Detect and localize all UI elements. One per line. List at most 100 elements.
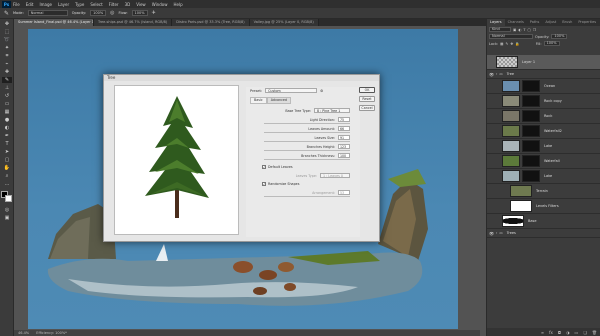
pen-tool-icon[interactable]: ✒ bbox=[2, 133, 12, 139]
adjustment-layer-icon[interactable]: ◑ bbox=[566, 330, 570, 335]
layer-name[interactable]: Waterfall bbox=[544, 159, 560, 163]
layer-name[interactable]: Rock copy bbox=[544, 99, 562, 103]
visibility-eye-icon[interactable] bbox=[489, 99, 494, 104]
doc-tab-1[interactable]: Summer Island_Final.psd @ 46.4% (Layer 1… bbox=[14, 19, 94, 26]
filter-adjust-icon[interactable]: ◐ bbox=[518, 28, 521, 32]
blend-mode-select[interactable]: Normal bbox=[489, 34, 533, 39]
fill-field[interactable]: 100% bbox=[543, 41, 560, 46]
layer-row[interactable]: Rock bbox=[487, 109, 600, 124]
leaves-amount-field[interactable]: 66 bbox=[338, 126, 350, 131]
crop-tool-icon[interactable]: ⌗ bbox=[2, 53, 12, 59]
lock-pixels-icon[interactable]: ✎ bbox=[505, 42, 508, 46]
quick-select-tool-icon[interactable]: ✦ bbox=[2, 45, 12, 51]
flow-field[interactable]: 100% bbox=[131, 10, 148, 16]
menu-type[interactable]: Type bbox=[75, 2, 84, 7]
layer-name[interactable]: Rock bbox=[544, 114, 552, 118]
dodge-tool-icon[interactable]: ◐ bbox=[2, 125, 12, 131]
doc-tab-2[interactable]: Tree-ships.psd @ 46.7% (Island, RGB/8) bbox=[94, 19, 173, 26]
visibility-eye-icon[interactable] bbox=[489, 114, 494, 119]
layer-opacity-field[interactable]: 100% bbox=[551, 34, 568, 39]
layer-row[interactable]: Layer 1 bbox=[487, 55, 600, 70]
mode-select[interactable]: Normal bbox=[27, 10, 68, 16]
airbrush-icon[interactable]: ✈ bbox=[152, 10, 156, 16]
reset-button[interactable]: Reset bbox=[359, 96, 375, 102]
layer-name[interactable]: Lake bbox=[544, 174, 552, 178]
branches-thickness-field[interactable]: 100 bbox=[338, 153, 350, 158]
tab-channels[interactable]: Channels bbox=[505, 19, 527, 26]
visibility-eye-icon[interactable]: 👁 bbox=[489, 231, 494, 236]
menu-file[interactable]: File bbox=[13, 2, 20, 7]
tab-adjust[interactable]: Adjust bbox=[542, 19, 559, 26]
visibility-eye-icon[interactable] bbox=[489, 189, 494, 194]
gradient-tool-icon[interactable]: ▦ bbox=[2, 109, 12, 115]
filter-smart-icon[interactable]: ❐ bbox=[533, 28, 536, 32]
kind-filter-select[interactable]: Kind bbox=[489, 27, 511, 32]
visibility-eye-icon[interactable] bbox=[489, 144, 494, 149]
zoom-tool-icon[interactable]: ⌕ bbox=[2, 173, 12, 179]
eyedropper-tool-icon[interactable]: ⌁ bbox=[2, 61, 12, 67]
filter-shape-icon[interactable]: ▢ bbox=[528, 28, 531, 32]
tree-preview[interactable] bbox=[114, 85, 239, 235]
tab-paths[interactable]: Paths bbox=[527, 19, 543, 26]
type-tool-icon[interactable]: T bbox=[2, 141, 12, 147]
visibility-eye-icon[interactable]: 👁 bbox=[489, 72, 494, 77]
base-tree-type-select[interactable]: 8 : Pine Tree 1 bbox=[314, 108, 350, 113]
background-color[interactable] bbox=[5, 195, 12, 202]
layer-row[interactable]: Waterfall bbox=[487, 154, 600, 169]
chevron-right-icon[interactable]: › bbox=[496, 72, 497, 76]
menu-filter[interactable]: Filter bbox=[109, 2, 119, 7]
doc-tab-3[interactable]: Distro Paris.psd @ 33.3% (Tree, RGB/8) bbox=[172, 19, 250, 26]
layer-mask-thumbnail[interactable] bbox=[522, 110, 540, 122]
delete-layer-icon[interactable]: 🗑 bbox=[592, 330, 597, 335]
new-layer-icon[interactable]: ❏ bbox=[583, 330, 587, 335]
shape-tool-icon[interactable]: ▢ bbox=[2, 157, 12, 163]
healing-tool-icon[interactable]: ✚ bbox=[2, 69, 12, 75]
layer-mask-thumbnail[interactable] bbox=[522, 125, 540, 137]
zoom-level[interactable]: 46.4% bbox=[18, 331, 29, 335]
layer-row[interactable]: Lake bbox=[487, 139, 600, 154]
new-group-icon[interactable]: ▭ bbox=[575, 330, 579, 335]
layer-name[interactable]: Terrain bbox=[536, 189, 548, 193]
cancel-button[interactable]: Cancel bbox=[359, 105, 375, 111]
layer-mask-thumbnail[interactable] bbox=[522, 170, 540, 182]
tab-brush[interactable]: Brush bbox=[559, 19, 575, 26]
quick-mask-icon[interactable]: ◎ bbox=[2, 207, 12, 213]
visibility-eye-icon[interactable] bbox=[489, 129, 494, 134]
layer-row[interactable]: Terrain bbox=[487, 184, 600, 199]
arrangement-field[interactable]: 53 bbox=[338, 190, 350, 195]
tab-advanced[interactable]: Advanced bbox=[266, 97, 292, 104]
menu-window[interactable]: Window bbox=[152, 2, 168, 7]
layer-name[interactable]: Base bbox=[528, 219, 537, 223]
path-select-tool-icon[interactable]: ➤ bbox=[2, 149, 12, 155]
branches-height-field[interactable]: 123 bbox=[338, 144, 350, 149]
layer-row[interactable]: Lake bbox=[487, 169, 600, 184]
layer-name[interactable]: Levels Filters bbox=[536, 204, 559, 208]
lock-transparent-icon[interactable]: ▦ bbox=[500, 42, 503, 46]
screen-mode-icon[interactable]: ▣ bbox=[2, 215, 12, 221]
pressure-icon[interactable]: ◎ bbox=[110, 10, 114, 16]
lock-all-icon[interactable]: 🔒 bbox=[515, 42, 519, 46]
opacity-field[interactable]: 100% bbox=[90, 10, 107, 16]
menu-3d[interactable]: 3D bbox=[125, 2, 131, 7]
visibility-eye-icon[interactable] bbox=[489, 159, 494, 164]
layer-style-icon[interactable]: fx bbox=[549, 330, 553, 335]
randomize-shapes-checkbox[interactable]: ✓ bbox=[262, 182, 266, 186]
brush-tool-icon[interactable]: ✎ bbox=[2, 77, 12, 83]
menu-view[interactable]: View bbox=[136, 2, 146, 7]
hand-tool-icon[interactable]: ✋ bbox=[2, 165, 12, 171]
light-direction-field[interactable]: 75 bbox=[338, 117, 350, 122]
layer-mask-thumbnail[interactable] bbox=[522, 80, 540, 92]
history-brush-icon[interactable]: ↺ bbox=[2, 93, 12, 99]
doc-tab-4[interactable]: Valley.jpg @ 25% (Layer 0, RGB/8) bbox=[249, 19, 319, 26]
visibility-eye-icon[interactable] bbox=[489, 84, 494, 89]
add-mask-icon[interactable]: ◘ bbox=[558, 330, 561, 335]
menu-layer[interactable]: Layer bbox=[58, 2, 69, 7]
ok-button[interactable]: OK bbox=[359, 87, 375, 93]
color-swatches[interactable] bbox=[1, 191, 13, 203]
layer-name[interactable]: Layer 1 bbox=[522, 60, 535, 64]
move-tool-icon[interactable]: ✥ bbox=[2, 21, 12, 27]
visibility-eye-icon[interactable] bbox=[489, 219, 494, 224]
chevron-right-icon[interactable]: › bbox=[496, 231, 497, 235]
menu-image[interactable]: Image bbox=[39, 2, 52, 7]
layer-name[interactable]: Tree bbox=[507, 72, 514, 76]
